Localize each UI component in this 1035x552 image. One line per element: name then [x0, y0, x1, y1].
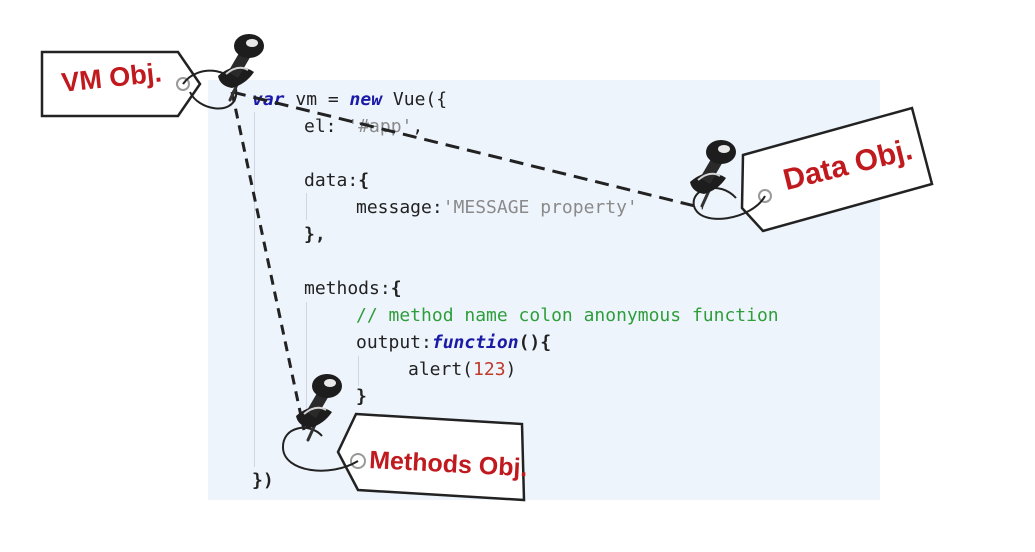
diagram-stage: var vm = new Vue({ el: '#app', data:{ me… [0, 0, 1035, 552]
connector-vm-to-methods [230, 91, 306, 431]
connector-vm-to-data [231, 90, 704, 210]
pin-icon [216, 32, 266, 102]
pin-icon [688, 138, 738, 208]
